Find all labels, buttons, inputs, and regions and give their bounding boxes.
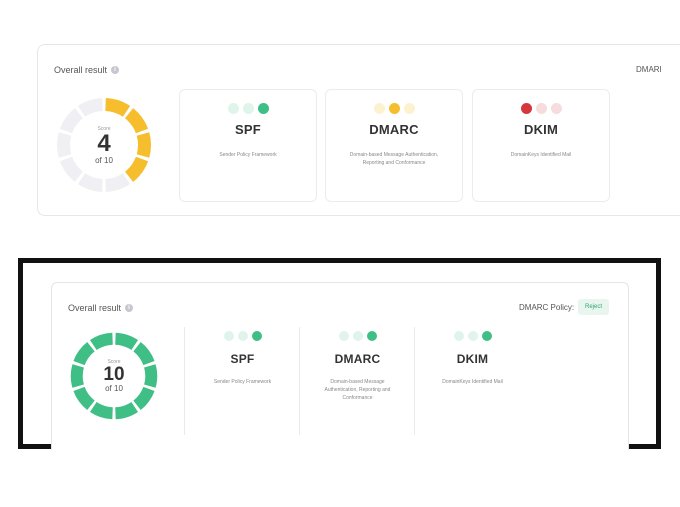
status-dot [403, 103, 415, 114]
score-value: 4 [97, 129, 111, 157]
status-dot [366, 331, 377, 341]
status-dot [237, 331, 248, 341]
status-dot [352, 331, 363, 341]
spf-card[interactable]: SPF Sender Policy Framework [179, 89, 317, 202]
card-description: Domain-based Message Authentication, Rep… [349, 152, 439, 166]
status-dot [373, 103, 385, 114]
spf-card[interactable]: SPF Sender Policy Framework [185, 327, 300, 435]
status-dot [520, 103, 532, 114]
status-dot [535, 103, 547, 114]
card-title: SPF [230, 352, 255, 366]
status-dot [481, 331, 492, 341]
score-gauge: Score 4 of 10 [54, 95, 154, 195]
dkim-card[interactable]: DKIM DomainKeys Identified Mail [415, 327, 530, 435]
status-dot [388, 103, 400, 114]
card-title: DMARC [369, 122, 419, 137]
status-dot [223, 331, 234, 341]
card-title: DKIM [523, 122, 559, 137]
highlight-frame: Overall result i DMARC Policy: Reject Sc… [18, 258, 661, 450]
status-dot [251, 331, 262, 341]
status-dot [467, 331, 478, 341]
card-title: DKIM [456, 352, 489, 366]
dmarc-policy-label: DMARC Policy: [519, 303, 575, 312]
dmarc-policy-badge: Reject [578, 299, 610, 315]
status-dots [227, 103, 269, 114]
card-description: Sender Policy Framework [213, 379, 272, 385]
dmarc-card[interactable]: DMARC Domain-based Message Authenticatio… [300, 327, 415, 435]
score-gauge: Score 10 of 10 [68, 330, 160, 422]
result-panel-after: Overall result i DMARC Policy: Reject Sc… [51, 282, 629, 450]
status-dot [338, 331, 349, 341]
status-dot [453, 331, 464, 341]
card-description: Sender Policy Framework [219, 152, 277, 158]
score-out-of: of 10 [105, 384, 123, 393]
card-description: DomainKeys Identified Mail [510, 152, 572, 158]
status-dot [227, 103, 239, 114]
dmarc-card[interactable]: DMARC Domain-based Message Authenticatio… [325, 89, 463, 202]
info-icon[interactable]: i [125, 304, 134, 312]
status-dots [520, 103, 562, 114]
status-dots [453, 331, 492, 341]
status-dots [338, 331, 377, 341]
status-dot [257, 103, 269, 114]
result-panel-before: Overall result i DMARI Score 4 of 10 SPF… [37, 44, 680, 216]
score-value: 10 [103, 364, 125, 385]
overall-result-label: Overall result i [68, 303, 134, 313]
status-dots [373, 103, 415, 114]
card-title: SPF [235, 122, 261, 137]
info-icon[interactable]: i [111, 66, 120, 74]
dkim-card[interactable]: DKIM DomainKeys Identified Mail [472, 89, 610, 202]
status-dot [242, 103, 254, 114]
overall-result-label: Overall result i [54, 65, 120, 75]
card-description: DomainKeys Identified Mail [442, 379, 503, 385]
status-dot [550, 103, 562, 114]
card-description: Domain-based Message Authentication, Rep… [324, 379, 391, 401]
status-dots [223, 331, 262, 341]
card-title: DMARC [334, 352, 381, 366]
score-out-of: of 10 [95, 155, 113, 165]
dmarc-policy-label-truncated: DMARI [636, 65, 662, 74]
